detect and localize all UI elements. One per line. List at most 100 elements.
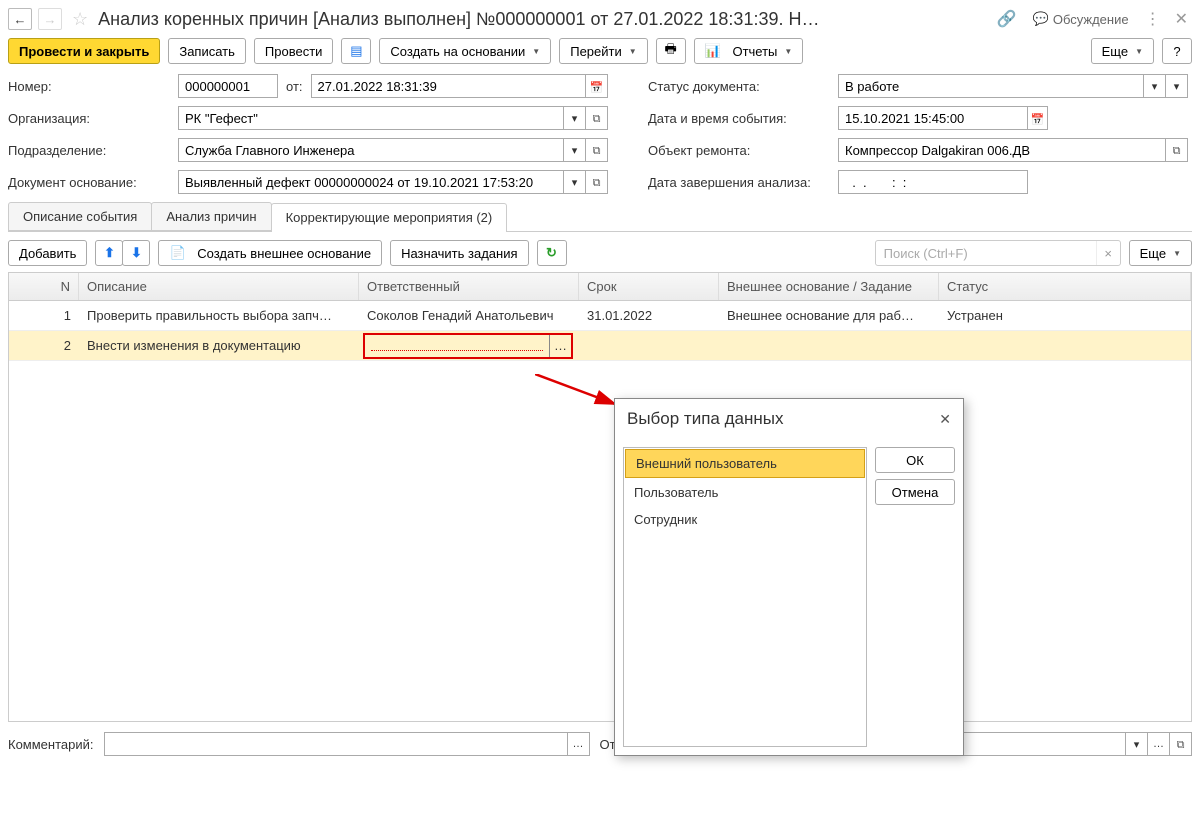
tab-cause-analysis[interactable]: Анализ причин: [151, 202, 271, 231]
actions-table: N Описание Ответственный Срок Внешнее ос…: [8, 272, 1192, 722]
title-bar: ← → ☆ Анализ коренных причин [Анализ вып…: [8, 8, 1192, 30]
window-title: Анализ коренных причин [Анализ выполнен]…: [98, 9, 987, 30]
table-row[interactable]: 2 Внести изменения в документацию …: [9, 331, 1191, 361]
dialog-close-button[interactable]: ✕: [939, 411, 951, 428]
menu-dots-icon[interactable]: ⋮: [1141, 9, 1165, 29]
responsible-underline: [371, 341, 543, 351]
favorite-star-icon[interactable]: ☆: [68, 9, 92, 30]
type-option[interactable]: Пользователь: [624, 479, 866, 506]
end-label: Дата завершения анализа:: [648, 175, 838, 190]
structure-button[interactable]: ▤: [341, 38, 371, 64]
table-more-button[interactable]: Еще▼: [1129, 240, 1192, 266]
event-dt-input[interactable]: [838, 106, 1028, 130]
obj-input[interactable]: [838, 138, 1166, 162]
event-dt-calendar-button[interactable]: [1028, 106, 1048, 130]
end-input[interactable]: [838, 170, 1028, 194]
basis-dropdown-button[interactable]: ▾: [564, 170, 586, 194]
col-status: Статус: [939, 273, 1191, 300]
dept-input[interactable]: [178, 138, 564, 162]
status-label: Статус документа:: [648, 79, 838, 94]
table-row[interactable]: 1 Проверить правильность выбора запч… Со…: [9, 301, 1191, 331]
caret-down-icon: ▼: [629, 47, 637, 56]
assign-tasks-button[interactable]: Назначить задания: [390, 240, 528, 266]
org-open-button[interactable]: [586, 106, 608, 130]
tab-corrective-actions[interactable]: Корректирующие мероприятия (2): [271, 203, 508, 232]
refresh-icon: ↻: [546, 245, 557, 261]
add-button[interactable]: Добавить: [8, 240, 87, 266]
dept-open-button[interactable]: [586, 138, 608, 162]
comment-input[interactable]: [104, 732, 568, 756]
org-dropdown-button[interactable]: ▾: [564, 106, 586, 130]
calendar-button[interactable]: [586, 74, 608, 98]
arrow-down-icon: ⬇: [131, 245, 142, 261]
org-input[interactable]: [178, 106, 564, 130]
org-label: Организация:: [8, 111, 178, 126]
chart-icon: 📊: [705, 43, 721, 59]
status-dropdown-button[interactable]: ▾: [1144, 74, 1166, 98]
close-icon[interactable]: ✕: [1171, 9, 1192, 29]
nav-back-button[interactable]: ←: [8, 8, 32, 30]
number-input[interactable]: [178, 74, 278, 98]
status-input[interactable]: [838, 74, 1144, 98]
dialog-title: Выбор типа данных: [627, 409, 939, 429]
move-up-button[interactable]: ⬆: [95, 240, 123, 266]
status-dropdown-extra-button[interactable]: ▾: [1166, 74, 1188, 98]
responsible-choose-button[interactable]: …: [549, 335, 571, 357]
move-down-button[interactable]: ⬇: [122, 240, 150, 266]
search-box: ×: [875, 240, 1121, 266]
basis-input[interactable]: [178, 170, 564, 194]
cell-description: Проверить правильность выбора запч…: [79, 303, 359, 328]
goto-button[interactable]: Перейти▼: [559, 38, 647, 64]
obj-open-button[interactable]: [1166, 138, 1188, 162]
comment-choose-button[interactable]: …: [568, 732, 590, 756]
col-external: Внешнее основание / Задание: [719, 273, 939, 300]
search-clear-button[interactable]: ×: [1096, 241, 1120, 265]
create-external-basis-button[interactable]: 📄 Создать внешнее основание: [158, 240, 382, 266]
type-list: Внешний пользователь Пользователь Сотруд…: [623, 447, 867, 747]
responsible-open-button[interactable]: [1170, 732, 1192, 756]
reports-button[interactable]: 📊 Отчеты▼: [694, 38, 804, 64]
basis-open-button[interactable]: [586, 170, 608, 194]
cell-n: 1: [9, 303, 79, 328]
cell-description: Внести изменения в документацию: [79, 333, 359, 358]
number-label: Номер:: [8, 79, 178, 94]
dialog-ok-button[interactable]: ОК: [875, 447, 955, 473]
create-based-on-button[interactable]: Создать на основании ▼: [379, 38, 551, 64]
create-based-label: Создать на основании: [390, 44, 525, 59]
discuss-button[interactable]: 💬 Обсуждение: [1027, 11, 1135, 27]
cell-due: [577, 341, 717, 351]
dept-dropdown-button[interactable]: ▾: [564, 138, 586, 162]
open-icon: [593, 110, 601, 126]
doc-icon: 📄: [169, 245, 185, 261]
type-option[interactable]: Внешний пользователь: [625, 449, 865, 478]
post-and-close-button[interactable]: Провести и закрыть: [8, 38, 160, 64]
dialog-cancel-button[interactable]: Отмена: [875, 479, 955, 505]
cell-external: [717, 341, 937, 351]
print-button[interactable]: 🖶: [656, 38, 686, 64]
responsible-choose-button[interactable]: …: [1148, 732, 1170, 756]
col-responsible: Ответственный: [359, 273, 579, 300]
date-input[interactable]: [311, 74, 586, 98]
calendar-icon: [1031, 111, 1045, 126]
tab-event-description[interactable]: Описание события: [8, 202, 152, 231]
list-icon: ▤: [350, 43, 362, 59]
more-button[interactable]: Еще▼: [1091, 38, 1154, 64]
responsible-editor[interactable]: …: [363, 333, 573, 359]
col-due: Срок: [579, 273, 719, 300]
save-button[interactable]: Записать: [168, 38, 246, 64]
form-fields: Номер: от: Статус документа: ▾ ▾ Организ…: [8, 74, 1192, 194]
refresh-button[interactable]: ↻: [537, 240, 567, 266]
caret-down-icon: ▼: [532, 47, 540, 56]
cell-status: Устранен: [939, 303, 1191, 328]
nav-forward-button[interactable]: →: [38, 8, 62, 30]
open-icon: [593, 174, 601, 190]
post-button[interactable]: Провести: [254, 38, 334, 64]
footer-fields: Комментарий: … Ответственный: ▾ …: [8, 732, 1192, 756]
responsible-dropdown-button[interactable]: ▾: [1126, 732, 1148, 756]
type-option[interactable]: Сотрудник: [624, 506, 866, 533]
chat-icon: 💬: [1033, 11, 1049, 27]
search-input[interactable]: [876, 243, 1096, 264]
link-icon[interactable]: 🔗: [993, 9, 1021, 29]
help-button[interactable]: ?: [1162, 38, 1192, 64]
table-header: N Описание Ответственный Срок Внешнее ос…: [9, 273, 1191, 301]
